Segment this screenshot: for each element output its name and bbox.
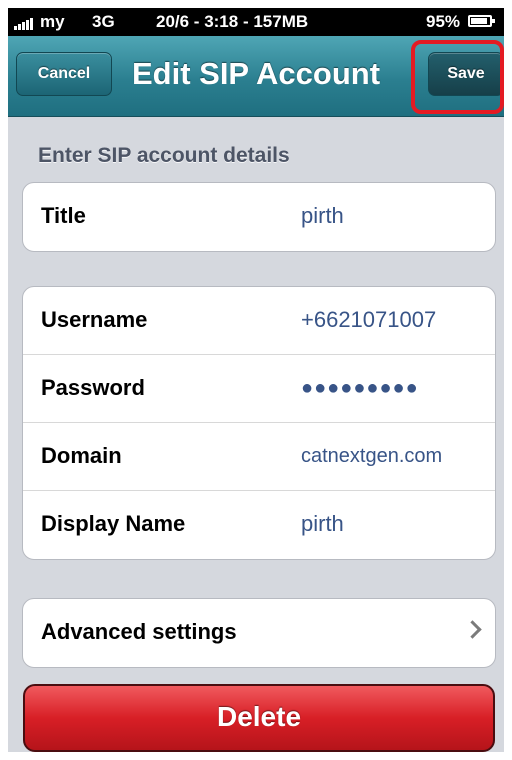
title-group: Title pirth — [22, 182, 496, 252]
domain-value[interactable]: catnextgen.com — [301, 423, 442, 489]
display-name-value[interactable]: pirth — [301, 491, 344, 557]
battery-percent: 95% — [426, 12, 461, 31]
save-highlight-box — [411, 40, 504, 114]
chevron-right-icon — [463, 620, 482, 639]
title-label: Title — [41, 203, 86, 228]
status-center-text: 20/6 - 3:18 - 157MB — [156, 12, 309, 31]
network-type: 3G — [92, 12, 115, 31]
account-group: Username +6621071007 Password ●●●●●●●●● … — [22, 286, 496, 560]
display-name-label: Display Name — [41, 511, 186, 536]
section-header: Enter SIP account details — [38, 144, 290, 167]
password-label: Password — [41, 375, 145, 400]
carrier-name: my — [40, 12, 65, 31]
username-value[interactable]: +6621071007 — [301, 287, 436, 353]
domain-label: Domain — [41, 443, 122, 468]
title-value[interactable]: pirth — [301, 183, 344, 249]
title-row[interactable]: Title pirth — [23, 183, 495, 251]
advanced-settings-label: Advanced settings — [41, 619, 237, 644]
username-row[interactable]: Username +6621071007 — [23, 287, 495, 355]
password-row[interactable]: Password ●●●●●●●●● — [23, 355, 495, 423]
advanced-settings-row[interactable]: Advanced settings — [23, 599, 495, 667]
status-bar: my 3G 20/6 - 3:18 - 157MB 95% — [8, 8, 504, 36]
display-name-row[interactable]: Display Name pirth — [23, 491, 495, 559]
domain-row[interactable]: Domain catnextgen.com — [23, 423, 495, 491]
username-label: Username — [41, 307, 148, 332]
delete-button[interactable]: Delete — [23, 684, 495, 752]
advanced-group: Advanced settings — [22, 598, 496, 668]
phone-screen: my 3G 20/6 - 3:18 - 157MB 95% Cancel Edi… — [8, 8, 504, 752]
battery-icon — [468, 15, 495, 27]
password-value[interactable]: ●●●●●●●●● — [301, 355, 419, 421]
